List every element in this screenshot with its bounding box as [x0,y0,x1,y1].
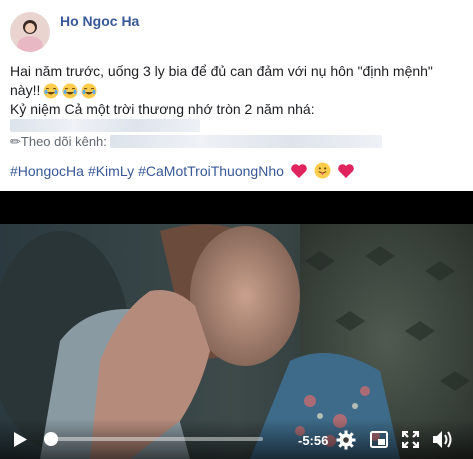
video-controls: -5:56 [0,419,473,459]
hashtag-kimly[interactable]: #KimLy [88,163,134,179]
post-line-1: Hai năm trước, uống 3 ly bia để đủ can đ… [10,63,433,79]
settings-gear-icon[interactable] [336,430,356,455]
blurred-channel-link[interactable] [109,135,382,148]
tongue-out-emoji-icon [314,162,331,179]
post-line-4 [10,119,465,132]
red-heart-icon [337,163,355,179]
blurred-link[interactable] [10,119,200,132]
post-line-2: này!! [10,81,465,100]
follow-channel-label: ✏Theo dõi kênh: [10,134,107,149]
fullscreen-icon[interactable] [401,430,420,453]
video-player[interactable]: -5:56 [0,191,473,459]
tears-of-joy-emoji-icon [62,83,78,99]
facebook-post: Ho Ngoc Ha Hai năm trước, uống 3 ly bia … [0,0,473,459]
hashtag-hongocha[interactable]: #HongocHa [10,163,84,179]
post-line-3: Kỷ niệm Cả một trời thương nhớ tròn 2 nă… [10,101,315,117]
author-avatar[interactable] [10,12,50,52]
author-name[interactable]: Ho Ngoc Ha [60,13,139,29]
volume-icon[interactable] [432,430,454,454]
post-line-5: ✏Theo dõi kênh: [10,132,465,151]
post-body: Hai năm trước, uống 3 ly bia để đủ can đ… [10,62,465,151]
picture-in-picture-icon[interactable] [370,431,388,453]
red-heart-icon [290,163,308,179]
post-line-2-text: này!! [10,82,41,98]
remaining-time: -5:56 [298,433,329,448]
post-header: Ho Ngoc Ha [10,10,139,54]
play-icon[interactable] [12,431,28,453]
seek-bar[interactable] [44,432,263,446]
seek-handle[interactable] [44,432,58,446]
tears-of-joy-emoji-icon [43,83,59,99]
hashtag-row: #HongocHa #KimLy #CaMotTroiThuongNho [10,162,355,179]
hashtag-camottroithuongnho[interactable]: #CaMotTroiThuongNho [138,163,284,179]
tears-of-joy-emoji-icon [81,83,97,99]
